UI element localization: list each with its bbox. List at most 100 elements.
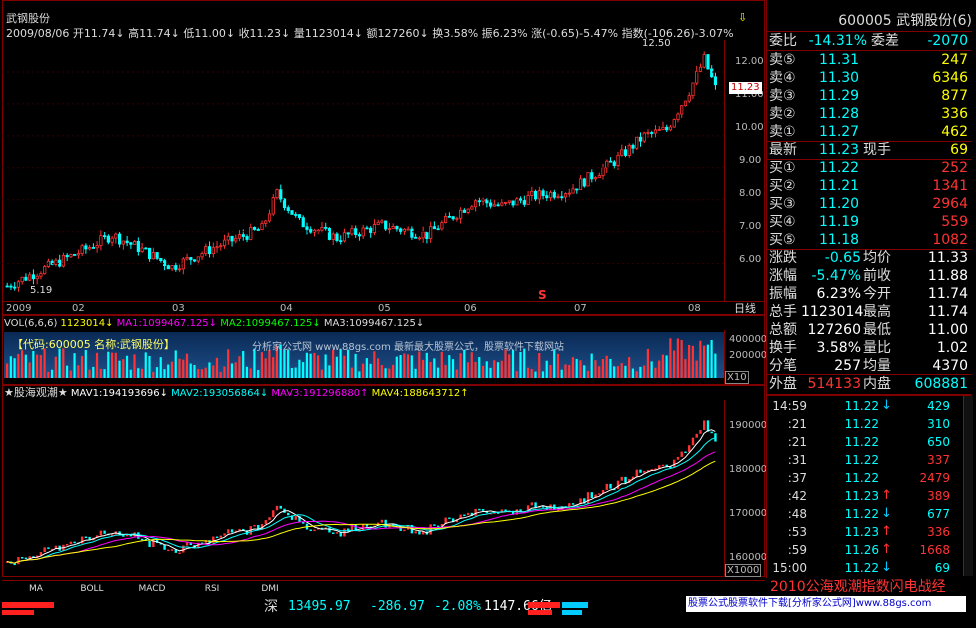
volume-bar xyxy=(436,367,440,378)
indicator-bar xyxy=(335,532,339,534)
candle xyxy=(601,163,605,180)
tick-time: :31 xyxy=(787,453,807,467)
kline-chart[interactable] xyxy=(2,40,724,302)
info-open: 开11.74↓ xyxy=(72,27,125,40)
tick-time: 15:00 xyxy=(772,561,807,575)
candle xyxy=(503,201,508,206)
candle xyxy=(147,247,152,262)
volume-bar xyxy=(9,356,12,378)
sell-row: 卖③ 11.29 877 xyxy=(767,87,972,105)
indicator-bar xyxy=(272,510,275,518)
waipan-value: 514133 xyxy=(807,376,861,392)
tick-row: :31 11.22 337 xyxy=(767,451,972,469)
info-volume: 量1123014↓ xyxy=(293,27,363,40)
candle xyxy=(88,244,92,251)
volume-bar xyxy=(84,349,87,378)
candle xyxy=(537,186,541,204)
candle xyxy=(612,160,616,169)
indicator-bar xyxy=(403,529,406,532)
candle xyxy=(234,234,238,244)
tab-rsi[interactable]: RSI xyxy=(194,583,230,595)
period-label[interactable]: 日线 xyxy=(734,302,756,315)
candle xyxy=(290,210,294,215)
tab-macd[interactable]: MACD xyxy=(130,583,174,595)
candle xyxy=(13,282,17,291)
buy-row: 买④ 11.19 559 xyxy=(767,213,972,231)
volume-bar xyxy=(35,354,39,378)
indicator-bar xyxy=(287,512,290,516)
indicator-bar xyxy=(534,502,537,508)
candle xyxy=(593,176,598,182)
indicator-bar xyxy=(478,508,481,511)
candle xyxy=(518,196,523,204)
lock-icon[interactable]: ⇩ xyxy=(738,12,750,24)
date-label: 02 xyxy=(72,303,85,314)
volume-bar xyxy=(73,353,76,378)
candle xyxy=(103,231,107,240)
indicator-chart[interactable] xyxy=(2,400,724,576)
divider xyxy=(767,394,972,396)
volume-bar xyxy=(50,369,54,378)
candle xyxy=(301,215,305,228)
price-tick: 12.00 xyxy=(735,56,764,67)
indicator-bar xyxy=(699,430,702,434)
indicator-bar xyxy=(279,505,282,509)
stat-row-price: 257 xyxy=(834,358,861,374)
promo-link[interactable]: 股票公式股票软件下载[分析家公式网]www.88gs.com xyxy=(686,596,966,612)
candle xyxy=(80,243,84,257)
stat-row-price: 6.23% xyxy=(816,286,861,302)
candle xyxy=(174,262,178,272)
volume-bar xyxy=(6,363,9,378)
volume-bar xyxy=(238,356,241,378)
vol-tick: 200000 xyxy=(729,350,768,361)
tab-ma[interactable]: MA xyxy=(18,583,54,595)
price-tick: 7.00 xyxy=(739,221,762,232)
candle xyxy=(58,254,62,268)
xianshou-value: 69 xyxy=(950,142,968,158)
stat-row-price: -5.47% xyxy=(811,268,861,284)
indicator-bar xyxy=(688,445,691,452)
candle xyxy=(170,264,174,272)
volume-axis: 400000 200000 X10 xyxy=(724,330,767,384)
sell-row-label: 卖④ xyxy=(769,70,796,86)
waipan-label: 外盘 xyxy=(769,376,797,392)
volume-bar xyxy=(125,355,129,378)
candle xyxy=(365,225,369,230)
candle xyxy=(578,175,583,190)
volume-bar xyxy=(710,340,713,378)
volume-bar xyxy=(17,353,20,378)
stat-row-volume: 11.74 xyxy=(927,304,968,320)
info-date: 2009/08/06 xyxy=(6,27,70,40)
tick-row: :48 11.22 ↓ 677 xyxy=(767,505,972,523)
volume-bar xyxy=(384,368,387,378)
candle xyxy=(642,131,646,144)
tick-time: 14:59 xyxy=(772,399,807,413)
tab-dmi[interactable]: DMI xyxy=(252,583,288,595)
index-value: 13495.97 xyxy=(288,599,351,614)
tick-price: 11.23 xyxy=(844,489,879,503)
candle xyxy=(230,235,234,247)
candle xyxy=(215,241,219,253)
volume-bar xyxy=(309,353,312,378)
indicator-bar xyxy=(624,476,627,483)
indicator-bar xyxy=(710,431,713,434)
candle xyxy=(275,188,279,200)
tab-boll[interactable]: BOLL xyxy=(70,583,114,595)
volume-bar xyxy=(583,365,586,378)
sell-row: 卖⑤ 11.31 247 xyxy=(767,51,972,69)
tick-time: :53 xyxy=(787,525,807,539)
tick-price: 11.22 xyxy=(844,507,879,521)
volume-bar xyxy=(69,370,72,378)
tick-scrollbar[interactable] xyxy=(963,396,973,576)
indicator-bar xyxy=(380,519,384,523)
candle xyxy=(342,228,347,243)
indicator-bar xyxy=(414,531,417,534)
tick-price: 11.26 xyxy=(844,543,879,557)
candle xyxy=(560,191,564,201)
volume-bar xyxy=(133,354,136,378)
candle xyxy=(399,227,403,235)
indicator-axis: 190000 180000 170000 160000 X1000 xyxy=(724,400,767,577)
volume-bar xyxy=(343,355,346,378)
indicator-bar xyxy=(605,483,608,490)
ind-mav2: MAV2:193056864↓ xyxy=(171,388,269,399)
